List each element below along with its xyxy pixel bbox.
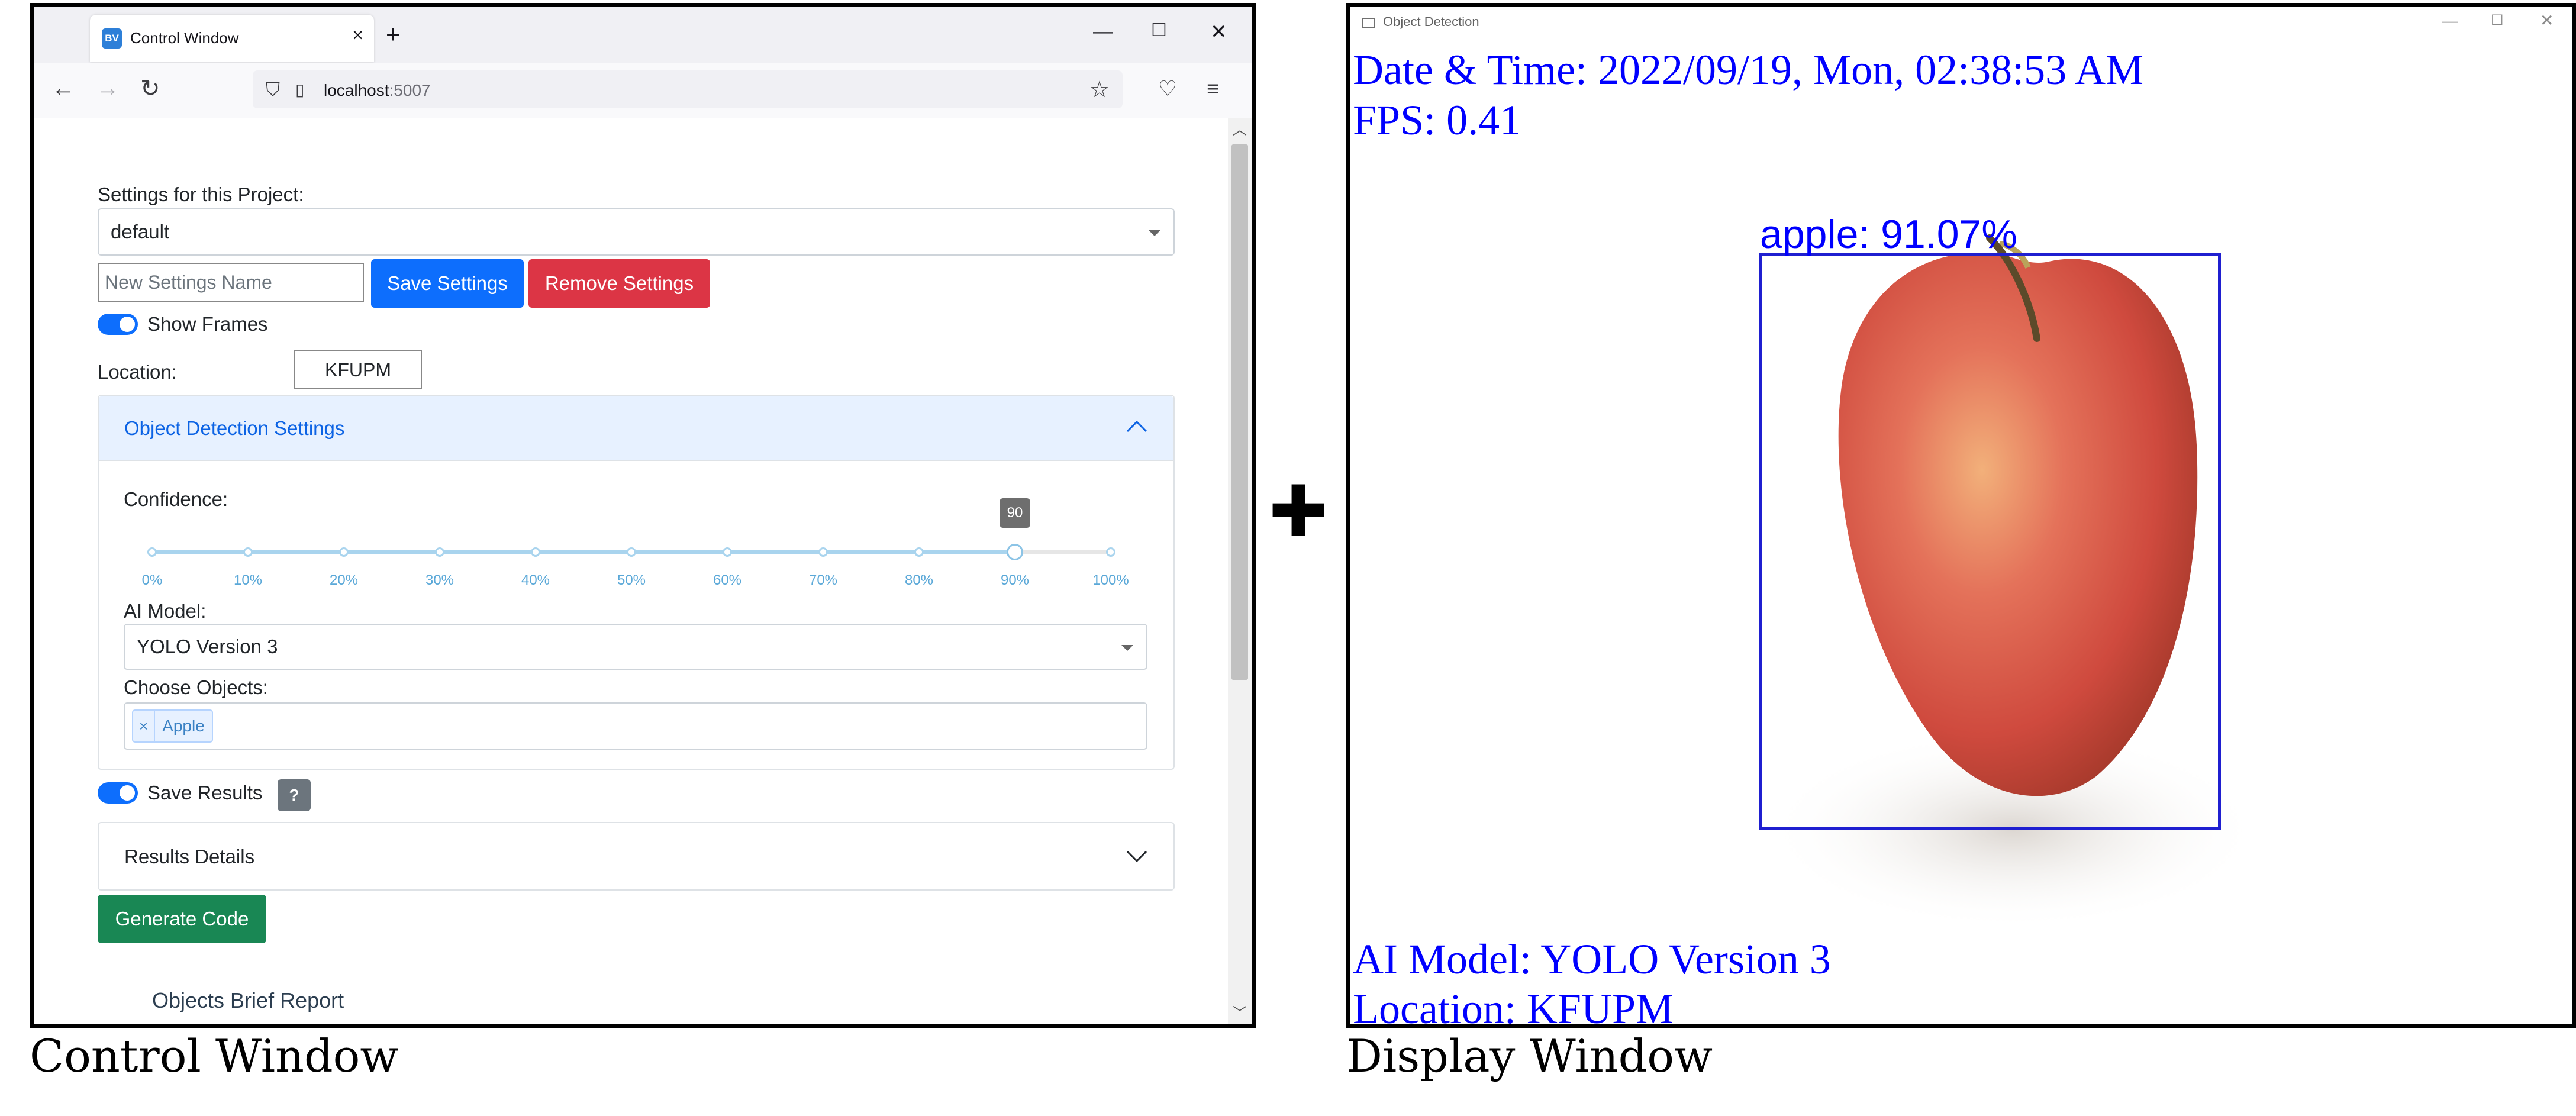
fps-overlay: FPS: 0.41	[1353, 96, 1521, 144]
object-detection-header-label: Object Detection Settings	[124, 417, 345, 439]
shield-icon[interactable]: ⛉	[266, 79, 280, 101]
scroll-up-icon[interactable]: ︿	[1233, 118, 1247, 138]
choose-objects-multiselect[interactable]: × Apple	[124, 702, 1147, 750]
forward-icon[interactable]: →	[96, 75, 120, 102]
slider-tick	[1106, 547, 1115, 557]
browser-tab-bar: BV Control Window × + — ☐ ✕	[34, 7, 1252, 63]
control-window-caption: Control Window	[30, 1030, 399, 1082]
navigation-toolbar: ← → ↻ ⛉ ▯ localhost:5007 ☆ ♡ ≡	[34, 63, 1252, 119]
slider-tick-label: 60%	[712, 572, 742, 588]
save-settings-button[interactable]: Save Settings	[371, 259, 524, 308]
slider-tick	[818, 547, 828, 557]
settings-select-value: default	[111, 221, 170, 243]
scrollbar-thumb[interactable]	[1231, 144, 1248, 680]
slider-tooltip: 90	[1000, 498, 1030, 528]
save-results-toggle[interactable]	[98, 782, 138, 804]
slider-tick	[531, 547, 540, 557]
tab-close-icon[interactable]: ×	[352, 24, 363, 46]
tab-title: Control Window	[130, 29, 239, 47]
address-bar[interactable]: ⛉ ▯ localhost:5007 ☆	[253, 70, 1123, 108]
slider-tick	[339, 547, 349, 557]
window-close-icon[interactable]: ✕	[1210, 20, 1227, 44]
pocket-icon[interactable]: ♡	[1158, 76, 1177, 101]
chevron-down-icon	[1126, 850, 1147, 863]
ai-model-label: AI Model:	[124, 600, 207, 622]
results-details-header-label: Results Details	[124, 846, 255, 867]
slider-fill	[152, 550, 1015, 554]
tag-remove-icon[interactable]: ×	[133, 711, 156, 741]
location-label: Location:	[98, 361, 177, 383]
slider-tick-label: 90%	[1000, 572, 1030, 588]
selected-object-tag: × Apple	[132, 709, 213, 743]
bookmark-star-icon[interactable]: ☆	[1089, 76, 1110, 103]
slider-tick-label: 70%	[808, 572, 838, 588]
slider-tick-label: 0%	[141, 572, 163, 588]
datetime-overlay: Date & Time: 2022/09/19, Mon, 02:38:53 A…	[1353, 46, 2144, 93]
detection-bounding-box	[1759, 253, 2221, 830]
chevron-up-icon	[1126, 420, 1147, 433]
chevron-down-icon	[1149, 230, 1160, 236]
generate-code-button[interactable]: Generate Code	[98, 895, 266, 943]
slider-tick	[147, 547, 157, 557]
display-window-caption: Display Window	[1346, 1030, 1713, 1082]
location-input[interactable]: KFUPM	[294, 350, 422, 389]
object-detection-accordion-header[interactable]: Object Detection Settings	[99, 396, 1173, 461]
slider-tick	[243, 547, 253, 557]
browser-tab[interactable]: BV Control Window ×	[90, 15, 374, 62]
save-results-label: Save Results	[147, 782, 263, 804]
ai-model-select-value: YOLO Version 3	[137, 636, 278, 657]
slider-tick-label: 50%	[617, 572, 646, 588]
new-settings-name-input[interactable]	[98, 263, 364, 302]
brief-report-link[interactable]: Objects Brief Report	[152, 988, 344, 1013]
show-frames-toggle[interactable]	[98, 314, 138, 335]
plus-sign: ✚	[1269, 472, 1329, 551]
slider-tick-label: 20%	[329, 572, 359, 588]
settings-label: Settings for this Project:	[98, 183, 304, 205]
menu-icon[interactable]: ≡	[1207, 76, 1219, 101]
url-text[interactable]: localhost:5007	[324, 81, 431, 100]
detection-label: apple: 91.07%	[1760, 212, 2017, 257]
reload-icon[interactable]: ↻	[140, 75, 160, 102]
back-icon[interactable]: ←	[51, 75, 75, 102]
display-window: Object Detection — ☐ ✕ apple: 91.07% Dat…	[1346, 3, 2576, 1028]
new-tab-icon[interactable]: +	[386, 20, 401, 49]
selected-object-label: Apple	[162, 717, 205, 735]
location-overlay: Location: KFUPM	[1353, 985, 1674, 1028]
choose-objects-label: Choose Objects:	[124, 676, 268, 698]
maximize-icon[interactable]: ☐	[1151, 20, 1167, 41]
slider-tick	[627, 547, 636, 557]
slider-tick-label: 30%	[425, 572, 454, 588]
slider-handle[interactable]	[1007, 544, 1023, 560]
show-frames-label: Show Frames	[147, 313, 268, 335]
slider-tick-label: 40%	[521, 572, 550, 588]
app-favicon-icon: BV	[102, 28, 122, 49]
minimize-icon[interactable]: —	[1093, 20, 1113, 43]
confidence-label: Confidence:	[124, 488, 228, 510]
remove-settings-button[interactable]: Remove Settings	[528, 259, 710, 308]
results-details-accordion[interactable]: Results Details	[98, 822, 1175, 891]
slider-tick-label: 80%	[904, 572, 934, 588]
settings-select[interactable]: default	[98, 208, 1175, 256]
help-icon[interactable]: ?	[278, 779, 311, 811]
page-scrollbar[interactable]: ︿ ﹀	[1228, 118, 1252, 1024]
ai-model-select[interactable]: YOLO Version 3	[124, 624, 1147, 670]
slider-tick	[914, 547, 924, 557]
scroll-down-icon[interactable]: ﹀	[1233, 1001, 1247, 1022]
slider-tick-label: 10%	[233, 572, 263, 588]
slider-tick-label: 100%	[1092, 572, 1129, 588]
slider-tick	[723, 547, 732, 557]
chevron-down-icon	[1121, 645, 1133, 651]
control-window: BV Control Window × + — ☐ ✕ ← → ↻ ⛉ ▯ lo…	[30, 3, 1256, 1028]
slider-tick	[435, 547, 444, 557]
page-info-icon[interactable]: ▯	[295, 80, 304, 99]
ai-model-overlay: AI Model: YOLO Version 3	[1353, 936, 1831, 983]
